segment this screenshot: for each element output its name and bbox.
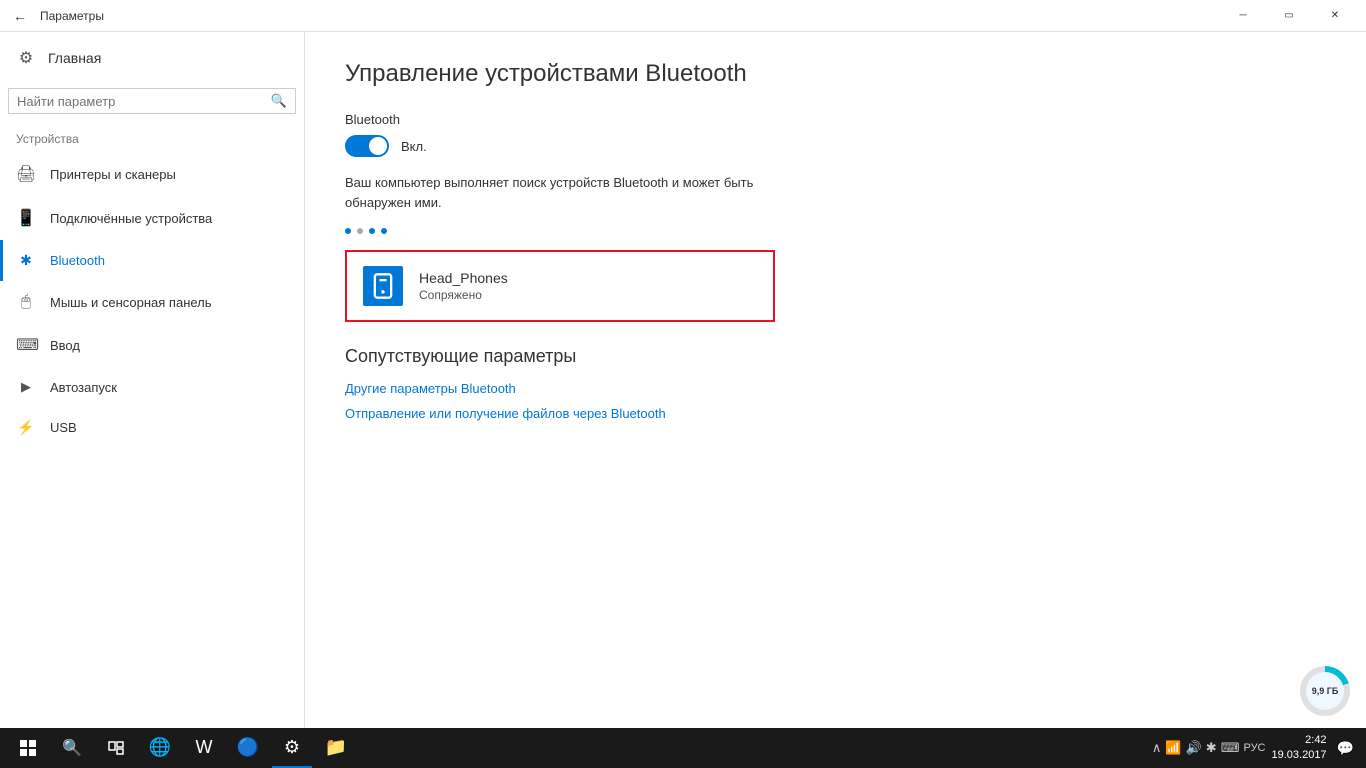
sidebar-item-usb[interactable]: ⚡ USB <box>0 407 304 448</box>
app-body: ⚙ Главная 🔍 Устройства 🖨 Принтеры и скан… <box>0 32 1366 728</box>
sidebar-home[interactable]: ⚙ Главная <box>0 32 304 84</box>
search-taskbar-button[interactable]: 🔍 <box>52 728 92 768</box>
window-title: Параметры <box>40 9 104 23</box>
notification-button[interactable]: 💬 <box>1333 740 1358 757</box>
taskbar-right: ∧ 📶 🔊 ✱ ⌨ РУС 2:42 19.03.2017 💬 <box>1152 733 1358 764</box>
scanning-dots <box>345 228 1326 234</box>
device-status: Сопряжено <box>419 288 508 302</box>
disk-usage-indicator: 9,9 ГБ <box>1300 666 1350 716</box>
sidebar-item-mouse[interactable]: 🖱 Мышь и сенсорная панель <box>0 281 304 323</box>
keyboard-tray-icon[interactable]: ⌨ <box>1221 740 1240 756</box>
mouse-icon: 🖱 <box>16 293 36 311</box>
bluetooth-toggle[interactable] <box>345 135 389 157</box>
sidebar-item-label: Автозапуск <box>50 380 117 395</box>
device-card[interactable]: Head_Phones Сопряжено <box>345 250 775 322</box>
sidebar-item-connected[interactable]: 📱 Подключённые устройства <box>0 196 304 240</box>
minimize-button[interactable]: ─ <box>1220 0 1266 32</box>
disk-label: 9,9 ГБ <box>1306 672 1344 710</box>
toggle-label: Вкл. <box>401 139 427 154</box>
clock[interactable]: 2:42 19.03.2017 <box>1272 733 1327 764</box>
keyboard-icon: ⌨ <box>16 335 36 355</box>
device-icon <box>363 266 403 306</box>
search-icon: 🔍 <box>271 93 287 109</box>
device-name: Head_Phones <box>419 270 508 286</box>
sidebar-item-label: Ввод <box>50 338 80 353</box>
section-label: Устройства <box>0 126 304 152</box>
bluetooth-tray-icon[interactable]: ✱ <box>1206 740 1217 756</box>
main-content: Управление устройствами Bluetooth Blueto… <box>305 32 1366 728</box>
connected-icon: 📱 <box>16 208 36 228</box>
sidebar-item-label: USB <box>50 420 77 435</box>
time: 2:42 <box>1272 733 1327 748</box>
volume-icon[interactable]: 🔊 <box>1186 740 1202 756</box>
sidebar-item-input[interactable]: ⌨ Ввод <box>0 323 304 367</box>
sidebar-item-printers[interactable]: 🖨 Принтеры и сканеры <box>0 152 304 196</box>
sidebar-item-bluetooth[interactable]: ✱ Bluetooth <box>0 240 304 281</box>
taskbar-chrome[interactable]: 🔵 <box>228 728 268 768</box>
printer-icon: 🖨 <box>16 164 36 184</box>
system-tray: ∧ 📶 🔊 ✱ ⌨ РУС <box>1152 740 1266 756</box>
bluetooth-section-label: Bluetooth <box>345 112 1326 127</box>
lang-label[interactable]: РУС <box>1243 742 1265 754</box>
taskbar-explorer[interactable]: 📁 <box>316 728 356 768</box>
tray-arrow[interactable]: ∧ <box>1152 740 1162 756</box>
toggle-knob <box>369 137 387 155</box>
page-title: Управление устройствами Bluetooth <box>345 60 1326 88</box>
search-box[interactable]: 🔍 <box>8 88 296 114</box>
bluetooth-toggle-row: Вкл. <box>345 135 1326 157</box>
discovery-text: Ваш компьютер выполняет поиск устройств … <box>345 173 775 212</box>
usb-icon: ⚡ <box>16 419 36 436</box>
task-view-button[interactable] <box>96 728 136 768</box>
taskbar-settings[interactable]: ⚙ <box>272 728 312 768</box>
sidebar-item-label: Мышь и сенсорная панель <box>50 295 212 310</box>
back-button[interactable]: ← <box>8 4 32 28</box>
taskbar-ie[interactable]: 🌐 <box>140 728 180 768</box>
network-icon[interactable]: 📶 <box>1165 740 1181 756</box>
titlebar-left: ← Параметры <box>8 4 104 28</box>
sidebar-item-label: Bluetooth <box>50 253 105 268</box>
taskbar-word[interactable]: W <box>184 728 224 768</box>
maximize-button[interactable]: ▭ <box>1266 0 1312 32</box>
sidebar-item-label: Подключённые устройства <box>50 211 212 226</box>
sidebar: ⚙ Главная 🔍 Устройства 🖨 Принтеры и скан… <box>0 32 305 728</box>
dot-3 <box>369 228 375 234</box>
titlebar: ← Параметры ─ ▭ ✕ <box>0 0 1366 32</box>
related-title: Сопутствующие параметры <box>345 346 1326 367</box>
search-input[interactable] <box>17 94 265 109</box>
home-label: Главная <box>48 50 101 66</box>
dot-2 <box>357 228 363 234</box>
related-link-1[interactable]: Другие параметры Bluetooth <box>345 381 1326 396</box>
sidebar-item-autostart[interactable]: ▶ Автозапуск <box>0 367 304 407</box>
start-button[interactable] <box>8 728 48 768</box>
close-button[interactable]: ✕ <box>1312 0 1358 32</box>
home-icon: ⚙ <box>16 48 36 68</box>
window-controls: ─ ▭ ✕ <box>1220 0 1358 32</box>
autostart-icon: ▶ <box>16 379 36 395</box>
dot-4 <box>381 228 387 234</box>
date: 19.03.2017 <box>1272 748 1327 763</box>
dot-1 <box>345 228 351 234</box>
sidebar-item-label: Принтеры и сканеры <box>50 167 176 182</box>
taskbar: 🔍 🌐 W 🔵 ⚙ 📁 ∧ 📶 🔊 ✱ ⌨ РУС 2:42 19.03.201… <box>0 728 1366 768</box>
taskbar-left: 🔍 🌐 W 🔵 ⚙ 📁 <box>8 728 356 768</box>
related-link-2[interactable]: Отправление или получение файлов через B… <box>345 406 1326 421</box>
bluetooth-icon: ✱ <box>16 252 36 269</box>
device-info: Head_Phones Сопряжено <box>419 270 508 302</box>
